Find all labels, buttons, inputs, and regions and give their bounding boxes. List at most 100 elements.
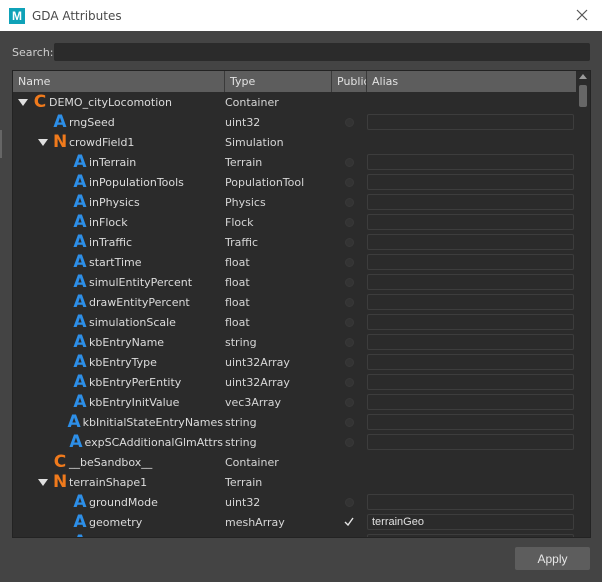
search-input[interactable]	[54, 43, 590, 61]
scroll-up-arrow-icon[interactable]	[576, 73, 590, 83]
cell-name: AkbEntryName	[13, 332, 223, 352]
apply-button[interactable]: Apply	[515, 547, 590, 570]
table-row[interactable]: AsimulationScale float	[13, 312, 577, 332]
table-row[interactable]: AsimulEntityPercent float	[13, 272, 577, 292]
alias-input[interactable]	[367, 194, 574, 210]
cell-public	[332, 152, 366, 172]
alias-input[interactable]	[367, 114, 574, 130]
table-row[interactable]: AgroundMode uint32	[13, 492, 577, 512]
alias-input[interactable]	[367, 334, 574, 350]
alias-input[interactable]	[367, 534, 574, 537]
row-type: Container	[225, 95, 279, 109]
alias-input[interactable]	[367, 234, 574, 250]
close-button[interactable]	[573, 6, 591, 24]
alias-input[interactable]	[367, 514, 574, 530]
public-checkbox[interactable]	[344, 237, 354, 247]
cell-type: Container	[225, 92, 330, 112]
table-row[interactable]: AstartTime float	[13, 252, 577, 272]
cell-name: ApinOnGround	[13, 532, 223, 537]
cell-name: AkbEntryPerEntity	[13, 372, 223, 392]
table-row[interactable]: AinPhysics Physics	[13, 192, 577, 212]
expand-arrow-down-icon[interactable]	[17, 96, 29, 108]
public-checkbox[interactable]	[344, 497, 354, 507]
row-name: simulEntityPercent	[89, 275, 193, 289]
table-row[interactable]: AdrawEntityPercent float	[13, 292, 577, 312]
cell-alias	[367, 292, 576, 312]
column-header-alias[interactable]: Alias	[367, 71, 577, 92]
public-checkbox[interactable]	[344, 437, 354, 447]
table-row[interactable]: NterrainShape1 Terrain	[13, 472, 577, 492]
cell-type: float	[225, 272, 330, 292]
table-row[interactable]: NcrowdField1 Simulation	[13, 132, 577, 152]
public-checkbox[interactable]	[344, 257, 354, 267]
public-checkbox[interactable]	[344, 177, 354, 187]
alias-input[interactable]	[367, 494, 574, 510]
alias-input[interactable]	[367, 434, 574, 450]
alias-input[interactable]	[367, 294, 574, 310]
cell-public	[332, 372, 366, 392]
alias-input[interactable]	[367, 274, 574, 290]
cell-type: string	[225, 412, 330, 432]
table-row[interactable]: AinTerrain Terrain	[13, 152, 577, 172]
table-row[interactable]: AinFlock Flock	[13, 212, 577, 232]
cell-type: Terrain	[225, 472, 330, 492]
alias-input[interactable]	[367, 354, 574, 370]
table-row[interactable]: AkbEntryName string	[13, 332, 577, 352]
alias-input[interactable]	[367, 174, 574, 190]
table-row[interactable]: AinPopulationTools PopulationTool	[13, 172, 577, 192]
table-row[interactable]: C DEMO_cityLocomotion Container	[13, 92, 577, 112]
cell-name: C DEMO_cityLocomotion	[13, 92, 223, 112]
public-checkbox[interactable]	[344, 337, 354, 347]
alias-input[interactable]	[367, 314, 574, 330]
public-checkbox[interactable]	[345, 538, 354, 539]
table-row[interactable]: AexpSCAdditionalGlmAttrs string	[13, 432, 577, 452]
column-header-type[interactable]: Type	[225, 71, 332, 92]
public-checkbox[interactable]	[344, 297, 354, 307]
cell-alias	[367, 392, 576, 412]
public-checkbox[interactable]	[344, 317, 354, 327]
public-checkbox-checked[interactable]	[344, 515, 354, 529]
alias-input[interactable]	[367, 214, 574, 230]
alias-input[interactable]	[367, 414, 574, 430]
public-checkbox[interactable]	[344, 357, 354, 367]
public-checkbox[interactable]	[344, 377, 354, 387]
public-checkbox[interactable]	[344, 277, 354, 287]
expand-arrow-down-icon[interactable]	[37, 476, 49, 488]
column-header-public[interactable]: Public	[332, 71, 367, 92]
public-checkbox[interactable]	[344, 117, 354, 127]
alias-input[interactable]	[367, 254, 574, 270]
cell-type: vec3Array	[225, 392, 330, 412]
table-row[interactable]: Ageometry meshArray	[13, 512, 577, 532]
cell-public	[332, 432, 366, 452]
scrollbar-thumb[interactable]	[579, 85, 587, 107]
public-checkbox[interactable]	[344, 217, 354, 227]
table-row[interactable]: AkbEntryPerEntity uint32Array	[13, 372, 577, 392]
alias-input[interactable]	[367, 154, 574, 170]
attribute-badge-icon: A	[73, 372, 87, 392]
public-checkbox[interactable]	[344, 417, 354, 427]
alias-input[interactable]	[367, 374, 574, 390]
public-checkbox[interactable]	[344, 197, 354, 207]
table-row[interactable]: C __beSandbox__ Container	[13, 452, 577, 472]
alias-input[interactable]	[367, 394, 574, 410]
attribute-badge-icon: A	[73, 212, 87, 232]
table-row[interactable]: AkbEntryInitValue vec3Array	[13, 392, 577, 412]
column-header-name[interactable]: Name	[13, 71, 225, 92]
window-edge-handle	[0, 130, 2, 158]
table-row[interactable]: AkbEntryType uint32Array	[13, 352, 577, 372]
cell-type: Traffic	[225, 232, 330, 252]
maya-app-icon: M	[9, 7, 25, 24]
table-row[interactable]: AkbInitialStateEntryNames string	[13, 412, 577, 432]
table-row[interactable]: ApinOnGrounduint32	[13, 532, 577, 539]
cell-alias	[367, 432, 576, 452]
table-row[interactable]: AinTraffic Traffic	[13, 232, 577, 252]
public-checkbox[interactable]	[344, 397, 354, 407]
row-type: string	[225, 415, 257, 429]
table-row[interactable]: ArngSeed uint32	[13, 112, 577, 132]
row-type: float	[225, 275, 250, 289]
expand-arrow-down-icon[interactable]	[37, 136, 49, 148]
cell-type: Flock	[225, 212, 330, 232]
window-title: GDA Attributes	[32, 8, 122, 23]
public-checkbox[interactable]	[344, 157, 354, 167]
vertical-scrollbar[interactable]	[576, 71, 590, 537]
